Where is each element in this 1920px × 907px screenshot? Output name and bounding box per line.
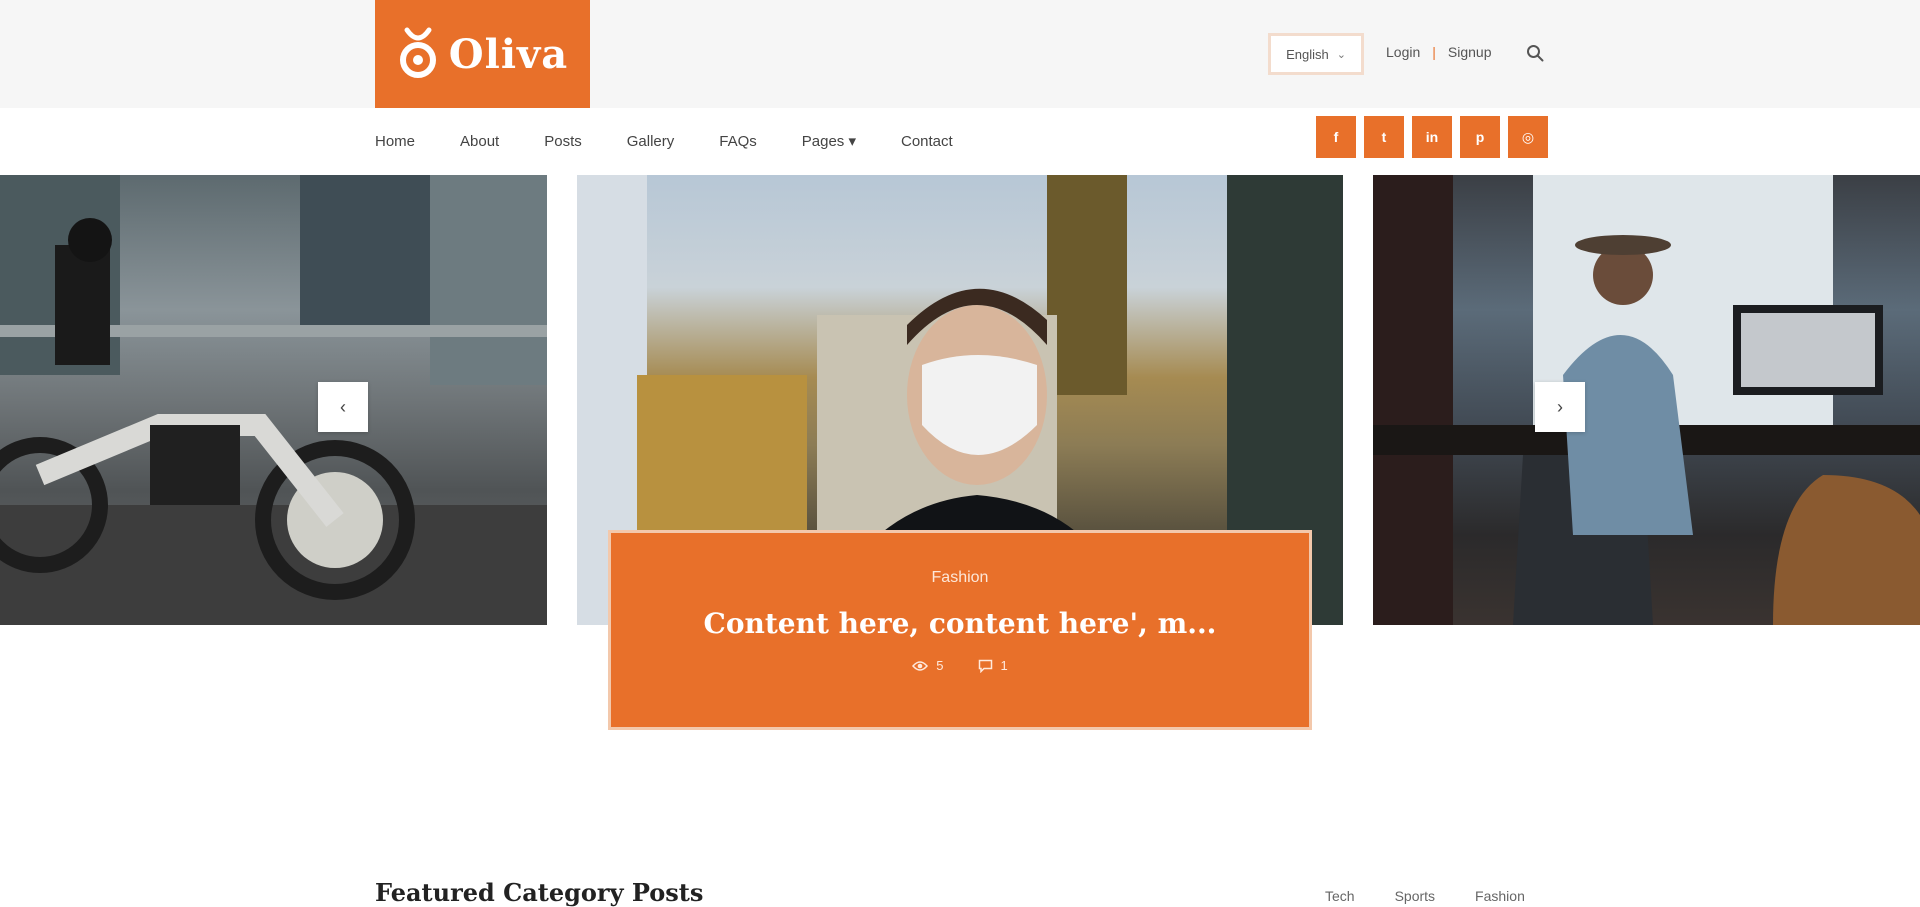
logo-text: Oliva: [448, 30, 569, 78]
auth-separator: |: [1432, 44, 1436, 60]
search-icon[interactable]: [1526, 44, 1544, 62]
slide-image-office-dog[interactable]: [1373, 175, 1920, 625]
caption-meta: 5 1: [611, 658, 1309, 673]
comment-icon: [978, 659, 992, 673]
pinterest-icon[interactable]: p: [1460, 116, 1500, 158]
language-select[interactable]: English ⌄: [1268, 33, 1364, 75]
slide-image-motorcycle[interactable]: [0, 175, 547, 625]
chevron-right-icon: ›: [1557, 396, 1563, 417]
tab-sports[interactable]: Sports: [1395, 888, 1435, 904]
chevron-left-icon: ‹: [340, 396, 346, 417]
comments-count: 1: [1000, 658, 1008, 673]
main-nav: Home About Posts Gallery FAQs Pages ▾ Co…: [375, 128, 998, 154]
chevron-down-icon: ⌄: [1336, 48, 1346, 61]
motorcycle-illustration: [0, 175, 547, 625]
section-tabs: Tech Sports Fashion: [1325, 888, 1525, 904]
slider-next-button[interactable]: ›: [1535, 382, 1585, 432]
language-select-value: English: [1286, 46, 1329, 62]
caption-category[interactable]: Fashion: [611, 569, 1309, 587]
tab-tech[interactable]: Tech: [1325, 888, 1355, 904]
linkedin-icon[interactable]: in: [1412, 116, 1452, 158]
signup-link[interactable]: Signup: [1448, 44, 1492, 60]
office-dog-illustration: [1373, 175, 1920, 625]
social-links: f t in p ◎: [1316, 116, 1548, 158]
nav-item-contact[interactable]: Contact: [901, 133, 953, 150]
tab-fashion[interactable]: Fashion: [1475, 888, 1525, 904]
site-logo[interactable]: Oliva: [375, 0, 590, 108]
top-bar: [0, 0, 1920, 108]
nav-item-faqs[interactable]: FAQs: [719, 133, 757, 150]
views-meta: 5: [912, 658, 944, 673]
nav-item-posts[interactable]: Posts: [544, 133, 582, 150]
auth-links: Login | Signup: [1386, 44, 1492, 60]
facebook-icon[interactable]: f: [1316, 116, 1356, 158]
comments-meta: 1: [978, 658, 1008, 673]
nav-item-gallery[interactable]: Gallery: [627, 133, 675, 150]
views-count: 5: [936, 658, 944, 673]
login-link[interactable]: Login: [1386, 44, 1420, 60]
nav-item-home[interactable]: Home: [375, 133, 415, 150]
nav-item-pages[interactable]: Pages ▾: [802, 132, 856, 150]
slider-prev-button[interactable]: ‹: [318, 382, 368, 432]
twitter-icon[interactable]: t: [1364, 116, 1404, 158]
caption-title[interactable]: Content here, content here', m...: [611, 607, 1309, 640]
instagram-icon[interactable]: ◎: [1508, 116, 1548, 158]
slide-caption-card: Fashion Content here, content here', m..…: [608, 530, 1312, 730]
eye-icon: [912, 660, 929, 671]
logo-icon: [399, 27, 436, 78]
section-title: Featured Category Posts: [375, 878, 704, 907]
nav-item-about[interactable]: About: [460, 133, 499, 150]
